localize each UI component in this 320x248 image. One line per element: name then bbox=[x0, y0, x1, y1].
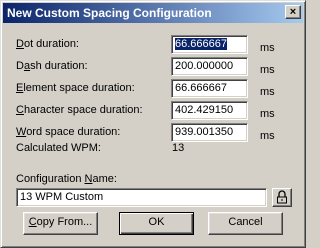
dot-duration-input[interactable]: 66.666667 bbox=[171, 35, 248, 54]
dash-duration-unit: ms bbox=[260, 64, 275, 76]
dot-duration-unit: ms bbox=[260, 42, 275, 54]
cancel-button[interactable]: Cancel bbox=[208, 212, 283, 235]
word-space-input[interactable]: 939.001350 bbox=[171, 123, 248, 142]
element-space-label: Element space duration: bbox=[16, 82, 135, 94]
close-icon: × bbox=[289, 6, 297, 18]
title-bar: New Custom Spacing Configuration × bbox=[3, 3, 303, 23]
padlock-icon bbox=[277, 190, 287, 204]
close-button[interactable]: × bbox=[285, 5, 301, 19]
copy-from-button[interactable]: Copy From... bbox=[23, 212, 98, 235]
character-space-label: Character space duration: bbox=[16, 104, 143, 116]
dot-duration-label: Dot duration: bbox=[16, 38, 79, 50]
lock-button[interactable] bbox=[272, 188, 292, 207]
word-space-label: Word space duration: bbox=[16, 126, 121, 138]
character-space-unit: ms bbox=[260, 108, 275, 120]
dialog-title: New Custom Spacing Configuration bbox=[7, 6, 212, 20]
character-space-input[interactable]: 402.429150 bbox=[171, 101, 248, 120]
word-space-unit: ms bbox=[260, 130, 275, 142]
dash-duration-label: Dash duration: bbox=[16, 60, 88, 72]
configuration-name-label: Configuration Name: bbox=[16, 173, 117, 185]
dash-duration-input[interactable]: 200.000000 bbox=[171, 57, 248, 76]
element-space-input[interactable]: 66.666667 bbox=[171, 79, 248, 98]
dialog-window: New Custom Spacing Configuration × Dot d… bbox=[0, 0, 306, 248]
calculated-wpm-label: Calculated WPM: bbox=[16, 142, 101, 154]
element-space-unit: ms bbox=[260, 86, 275, 98]
calculated-wpm-value: 13 bbox=[172, 142, 185, 154]
ok-button[interactable]: OK bbox=[119, 212, 194, 235]
configuration-name-input[interactable]: 13 WPM Custom bbox=[16, 188, 267, 207]
